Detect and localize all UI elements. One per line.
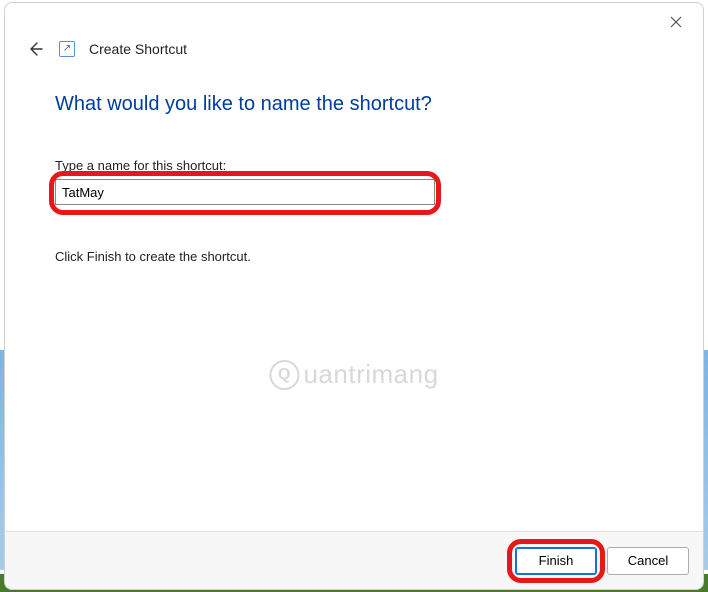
titlebar [5, 3, 703, 39]
instruction-text: Click Finish to create the shortcut. [55, 249, 653, 264]
name-input-wrap [55, 179, 435, 205]
close-button[interactable] [653, 7, 699, 37]
back-arrow-icon [27, 41, 43, 57]
watermark-icon: Q [269, 360, 299, 390]
finish-button-wrap: Finish [515, 547, 597, 575]
watermark: Q uantrimang [269, 359, 438, 390]
finish-button[interactable]: Finish [515, 547, 597, 575]
watermark-text: uantrimang [303, 359, 438, 390]
content-area: What would you like to name the shortcut… [5, 69, 703, 531]
close-icon [670, 16, 682, 28]
shortcut-name-input[interactable] [55, 179, 435, 205]
header-row: ↗ Create Shortcut [5, 39, 703, 69]
cancel-button[interactable]: Cancel [607, 547, 689, 575]
dialog-title: Create Shortcut [89, 41, 187, 57]
back-button[interactable] [25, 39, 45, 59]
dialog-footer: Finish Cancel [5, 531, 703, 589]
shortcut-icon: ↗ [59, 41, 75, 57]
page-heading: What would you like to name the shortcut… [55, 93, 653, 116]
create-shortcut-dialog: ↗ Create Shortcut What would you like to… [4, 2, 704, 590]
name-field-label: Type a name for this shortcut: [55, 158, 653, 173]
